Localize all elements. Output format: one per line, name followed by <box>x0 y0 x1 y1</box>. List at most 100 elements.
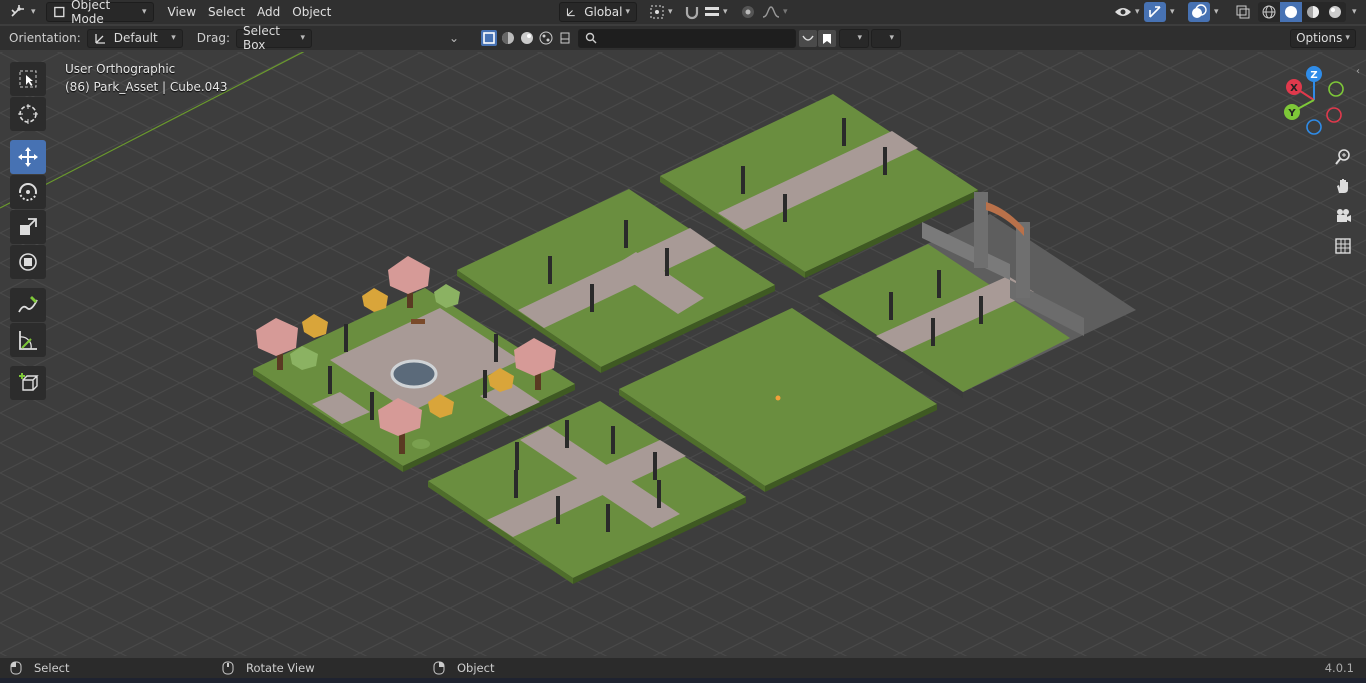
filter-dropdown-1[interactable]: ▾ <box>839 28 869 48</box>
search-field[interactable] <box>578 28 796 48</box>
tool-separator <box>10 280 47 288</box>
menu-select[interactable]: Select <box>202 2 251 22</box>
select-box-tool[interactable] <box>10 62 46 96</box>
gizmo-y-label: Y <box>1287 108 1296 119</box>
gate-pillar-left <box>974 192 988 268</box>
shading-buttons <box>1258 2 1346 22</box>
menu-add[interactable]: Add <box>251 2 286 22</box>
camera-view-button[interactable] <box>1330 203 1356 229</box>
transform-tool[interactable] <box>10 245 46 279</box>
chevron-down-icon: ▾ <box>723 7 728 17</box>
brush-filter-icon[interactable] <box>557 30 573 46</box>
zoom-button[interactable] <box>1330 144 1356 170</box>
mouse-right-icon <box>433 661 445 675</box>
menu-view[interactable]: View <box>162 2 202 22</box>
pivot-point-icon <box>650 5 664 19</box>
shading-options[interactable]: ▾ <box>1346 2 1360 22</box>
options-button[interactable]: Options ▾ <box>1290 28 1356 48</box>
collapse-chevron-icon[interactable]: ⌄ <box>449 31 459 45</box>
solid-shading-icon[interactable] <box>1280 2 1302 22</box>
3d-viewport[interactable]: User Orthographic (86) Park_Asset | Cube… <box>0 52 1366 656</box>
measure-tool[interactable] <box>10 323 46 357</box>
rotate-icon <box>19 183 37 201</box>
rendered-shading-icon[interactable] <box>1324 2 1346 22</box>
filter-dropdown-2[interactable]: ▾ <box>871 28 901 48</box>
drag-dropdown[interactable]: Select Box ▾ <box>235 24 312 52</box>
wireframe-shading-icon[interactable] <box>1258 2 1280 22</box>
add-cube-icon <box>19 373 39 391</box>
light-filter-icon[interactable] <box>538 30 554 46</box>
overlays-toggle[interactable] <box>1188 2 1210 22</box>
snap-target-selector[interactable]: ▾ <box>698 2 734 22</box>
orientation-dropdown[interactable]: Default ▾ <box>86 28 183 48</box>
grid-icon <box>1335 238 1351 254</box>
overlays-icon <box>1192 4 1207 18</box>
xray-icon <box>1236 5 1250 19</box>
status-bar: Select Rotate View Object 4.0.1 <box>0 658 1366 678</box>
chevron-down-icon: ▾ <box>1135 7 1140 17</box>
status-object: Object <box>433 661 494 675</box>
taskbar-strip <box>0 678 1366 683</box>
pivot-point-selector[interactable]: ▾ <box>643 2 679 22</box>
filter-icon[interactable] <box>799 30 817 47</box>
gizmo-icon <box>1149 6 1161 18</box>
cursor-tool[interactable] <box>10 97 46 131</box>
select-filter-icon[interactable] <box>481 30 497 46</box>
material-filter-icon[interactable] <box>500 30 516 46</box>
chevron-down-icon: ▾ <box>1352 7 1357 17</box>
xray-toggle[interactable] <box>1232 2 1254 22</box>
transform-orientation-label: Global <box>584 5 623 19</box>
world-filter-icon[interactable] <box>519 30 535 46</box>
orientation-value: Default <box>113 31 158 45</box>
menu-object[interactable]: Object <box>286 2 337 22</box>
status-rotate: Rotate View <box>222 661 315 675</box>
chevron-down-icon: ▾ <box>625 7 630 17</box>
viewport-header: ▾ Object Mode ▾ View Select Add Object G… <box>0 0 1366 26</box>
material-shading-icon[interactable] <box>1302 2 1324 22</box>
proportional-edit-icon <box>742 6 754 18</box>
fountain <box>390 359 438 389</box>
scene-canvas <box>0 52 1366 656</box>
view-name: User Orthographic <box>65 62 176 76</box>
status-select: Select <box>10 661 69 675</box>
transform-orientation-selector[interactable]: Global ▾ <box>559 2 637 22</box>
rotate-tool[interactable] <box>10 175 46 209</box>
drag-label: Drag: <box>196 31 230 45</box>
move-tool[interactable] <box>10 140 46 174</box>
gizmo-selector[interactable]: ▾ <box>1164 2 1178 22</box>
status-rotate-label: Rotate View <box>246 661 315 675</box>
add-cube-tool[interactable] <box>10 366 46 400</box>
transform-icon <box>19 253 37 271</box>
object-mode-icon <box>53 6 64 18</box>
scale-tool[interactable] <box>10 210 46 244</box>
gizmo-z-label: Z <box>1310 70 1317 81</box>
navigation-gizmo[interactable]: Z X Y <box>1278 62 1348 138</box>
chevron-down-icon: ▾ <box>300 33 305 43</box>
bookmark-icon[interactable] <box>818 30 836 47</box>
chevron-down-icon: ▾ <box>171 33 176 43</box>
overlays-selector[interactable]: ▾ <box>1208 2 1222 22</box>
falloff-selector[interactable]: ▾ <box>756 2 794 22</box>
chevron-down-icon: ▾ <box>31 7 36 17</box>
sidebar-toggle-icon[interactable]: ‹ <box>1356 66 1360 77</box>
options-label: Options <box>1296 31 1343 45</box>
editor-type-selector[interactable]: ▾ <box>4 2 42 22</box>
gizmo-toggle[interactable] <box>1144 2 1166 22</box>
origin-point <box>775 395 781 401</box>
mode-selector[interactable]: Object Mode ▾ <box>45 0 154 26</box>
mouse-middle-icon <box>222 661 234 675</box>
scale-icon <box>20 218 37 235</box>
pan-button[interactable] <box>1330 173 1356 199</box>
chevron-down-icon: ▾ <box>1214 7 1219 17</box>
version-label: 4.0.1 <box>1324 661 1354 675</box>
chevron-down-icon: ▾ <box>1345 33 1350 43</box>
select-box-icon <box>19 70 37 88</box>
orientation-label: Orientation: <box>9 31 81 45</box>
search-icon <box>585 32 597 44</box>
tool-separator <box>10 132 47 140</box>
mode-label: Object Mode <box>71 0 111 26</box>
annotate-tool[interactable] <box>10 288 46 322</box>
ortho-toggle-button[interactable] <box>1330 233 1356 259</box>
hand-icon <box>1337 179 1348 193</box>
visibility-selector[interactable]: ▾ <box>1108 2 1146 22</box>
